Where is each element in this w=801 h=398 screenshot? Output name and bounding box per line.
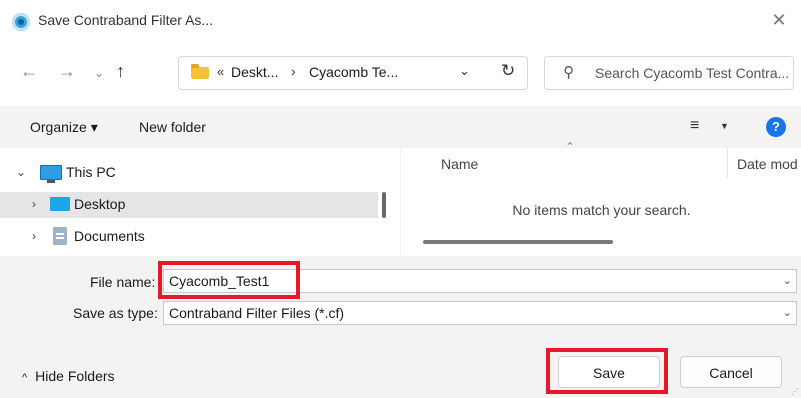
breadcrumb-separator-icon[interactable]: › <box>291 63 296 79</box>
column-header-date-modified[interactable]: Date mod <box>737 156 798 172</box>
app-icon <box>12 13 30 31</box>
navigation-bar: ← → ⌄ ↑ « Deskt... › Cyacomb Te... ⌄ ↻ ⚲… <box>0 48 801 94</box>
tree-item-label: This PC <box>66 164 116 180</box>
collapsed-chevron-icon[interactable]: › <box>32 229 36 243</box>
file-list-pane: Name ⌃ Date mod No items match your sear… <box>400 140 801 256</box>
navigation-pane: ⌄ This PC › Desktop › Documents <box>0 148 396 256</box>
tree-item-desktop[interactable]: › Desktop <box>0 192 378 218</box>
desktop-icon <box>50 197 70 211</box>
command-toolbar: Organize ▾ New folder ≡ ▼ ? <box>0 106 801 148</box>
pc-icon <box>40 165 62 183</box>
close-button[interactable]: ✕ <box>767 8 791 32</box>
search-icon: ⚲ <box>563 64 574 81</box>
help-icon[interactable]: ? <box>766 117 786 137</box>
organize-menu-button[interactable]: Organize ▾ <box>30 119 98 136</box>
tree-item-documents[interactable]: › Documents <box>0 224 378 250</box>
file-name-value: Cyacomb_Test1 <box>169 273 270 289</box>
new-folder-button[interactable]: New folder <box>139 119 206 135</box>
hide-folders-button[interactable]: ^ Hide Folders <box>22 368 115 384</box>
view-dropdown-icon[interactable]: ▼ <box>720 121 729 131</box>
chevron-up-icon: ^ <box>22 372 28 384</box>
breadcrumb-desktop[interactable]: Deskt... <box>231 64 278 80</box>
save-as-type-select[interactable]: Contraband Filter Files (*.cf) ⌄ <box>163 301 797 325</box>
file-name-label: File name: <box>90 274 156 290</box>
address-bar[interactable]: « Deskt... › Cyacomb Te... ⌄ ↻ <box>178 56 528 90</box>
file-name-dropdown-icon[interactable]: ⌄ <box>783 274 792 287</box>
forward-arrow-icon[interactable]: → <box>58 60 76 82</box>
tree-item-label: Desktop <box>74 196 126 212</box>
documents-icon <box>53 227 67 245</box>
view-options-icon[interactable]: ≡ <box>690 117 699 135</box>
recent-locations-chevron-icon[interactable]: ⌄ <box>94 62 104 84</box>
tree-item-label: Documents <box>74 228 145 244</box>
folder-icon <box>191 64 209 79</box>
save-button[interactable]: Save <box>558 356 660 388</box>
horizontal-scrollbar[interactable] <box>423 240 613 244</box>
collapsed-chevron-icon[interactable]: › <box>32 197 36 211</box>
hide-folders-label: Hide Folders <box>35 368 115 384</box>
breadcrumb-overflow-icon[interactable]: « <box>217 64 224 79</box>
expanded-chevron-icon[interactable]: ⌄ <box>16 165 26 179</box>
tree-item-this-pc[interactable]: ⌄ This PC <box>0 160 378 186</box>
resize-grip-icon[interactable]: ⋰ <box>791 387 799 396</box>
cancel-button[interactable]: Cancel <box>680 356 782 388</box>
back-arrow-icon[interactable]: ← <box>20 60 38 82</box>
window-title: Save Contraband Filter As... <box>38 12 214 28</box>
save-dialog: Save Contraband Filter As... ✕ ← → ⌄ ↑ «… <box>0 0 801 398</box>
address-dropdown-icon[interactable]: ⌄ <box>459 63 470 79</box>
up-arrow-icon[interactable]: ↑ <box>116 60 125 82</box>
save-as-type-value: Contraband Filter Files (*.cf) <box>169 305 345 321</box>
save-as-type-label: Save as type: <box>73 305 158 321</box>
search-input[interactable]: ⚲ Search Cyacomb Test Contra... <box>544 56 794 90</box>
empty-search-message: No items match your search. <box>512 202 691 218</box>
sort-ascending-icon: ⌃ <box>565 140 576 154</box>
navigation-pane-scrollbar[interactable] <box>382 192 386 218</box>
breadcrumb-current-folder[interactable]: Cyacomb Te... <box>309 64 398 80</box>
search-placeholder: Search Cyacomb Test Contra... <box>595 65 790 81</box>
refresh-icon[interactable]: ↻ <box>501 61 515 81</box>
column-divider[interactable] <box>727 148 728 178</box>
file-name-input[interactable]: Cyacomb_Test1 ⌄ <box>163 269 797 293</box>
column-header-name[interactable]: Name <box>441 156 478 172</box>
save-form: File name: Cyacomb_Test1 ⌄ Save as type:… <box>0 256 801 398</box>
title-bar: Save Contraband Filter As... ✕ <box>0 0 801 44</box>
save-as-type-dropdown-icon[interactable]: ⌄ <box>783 306 792 319</box>
